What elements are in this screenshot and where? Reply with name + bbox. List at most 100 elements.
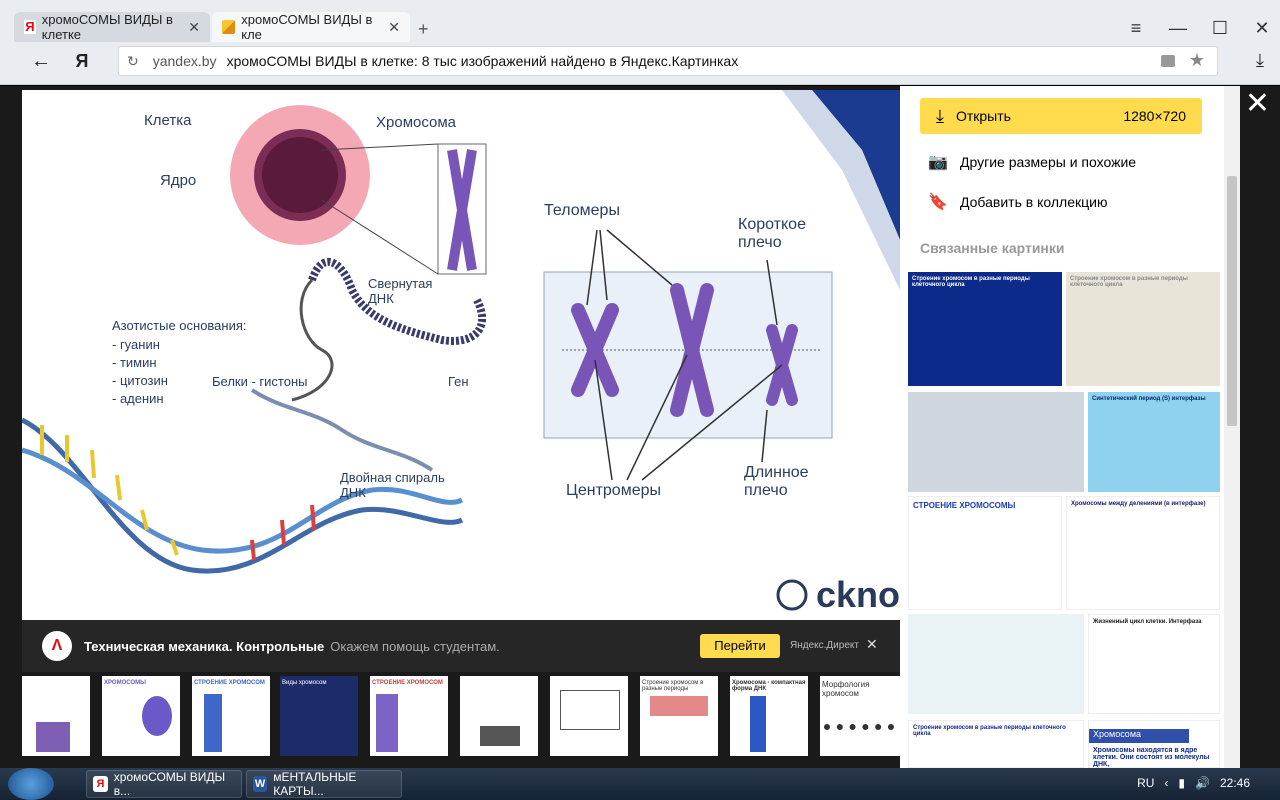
close-tab-icon[interactable]: ✕ [388, 19, 400, 36]
related-image[interactable] [908, 392, 1084, 492]
image-size: 1280×720 [1123, 108, 1186, 124]
download-icon[interactable]: ⤓ [1256, 50, 1264, 71]
ad-subtitle: Окажем помощь студентам. [330, 638, 500, 654]
tray-chevron-icon[interactable]: ‹ [1164, 776, 1168, 790]
volume-icon[interactable]: 🔊 [1195, 776, 1210, 790]
tab-yandex[interactable]: Я хромоСОМЫ ВИДЫ в клетке ✕ [14, 12, 210, 42]
related-image[interactable]: Строение хромосом в разные периоды клето… [908, 720, 1084, 768]
start-button[interactable] [8, 768, 54, 800]
download-arrow-icon: ⤓ [936, 105, 944, 126]
thumbnail-caption: Хромосома - компактная форма ДНК [732, 680, 806, 692]
minimize-icon[interactable]: — [1168, 18, 1188, 39]
label-nitro-bases: Азотистые основания: [112, 318, 247, 333]
ad-title[interactable]: Техническая механика. Контрольные [84, 639, 324, 654]
add-collection-link[interactable]: 🔖 Добавить в коллекцию [928, 192, 1107, 212]
tab-label: хромоСОМЫ ВИДЫ в кле [241, 12, 373, 42]
taskbar-item-label: хромоСОМЫ ВИДЫ в... [113, 770, 226, 798]
atom-icon [776, 579, 808, 611]
thumbnail[interactable]: ХРОМОСОМЫ [102, 676, 180, 756]
network-icon[interactable]: ▮ [1178, 776, 1185, 790]
close-tab-icon[interactable]: ✕ [188, 19, 200, 36]
related-image[interactable]: Жизненный цикл клетки. Интерфаза [1088, 614, 1220, 714]
maximize-icon[interactable]: ☐ [1210, 18, 1230, 39]
related-image[interactable]: Хромосомы между делениями (в интерфазе) [1066, 496, 1220, 610]
related-note: Хромосомы находятся в ядре клетки. Они с… [1093, 747, 1210, 768]
related-caption: Строение хромосом в разные периоды клето… [1070, 276, 1188, 288]
menu-icon[interactable]: ≡ [1126, 18, 1146, 39]
related-image[interactable] [908, 614, 1084, 714]
close-window-icon[interactable]: ✕ [1252, 18, 1272, 39]
url-field[interactable]: ↻ yandex.by хромоСОМЫ ВИДЫ в клетке: 8 т… [118, 46, 1218, 76]
related-image[interactable]: Синтетический период (S) интерфазы [1088, 392, 1220, 492]
label-coiled-dna: Свернутая ДНК [368, 276, 433, 306]
thumbnail-image [650, 696, 708, 716]
window-controls: ≡ — ☐ ✕ [1126, 18, 1272, 39]
tab-images[interactable]: хромоСОМЫ ВИДЫ в кле ✕ [212, 12, 410, 42]
nucleus-inner [262, 137, 338, 213]
open-image-button[interactable]: ⤓ Открыть 1280×720 [920, 98, 1202, 134]
tab-label: хромоСОМЫ ВИДЫ в клетке [41, 12, 173, 42]
thumbnail[interactable]: Морфология хромосом [820, 676, 900, 756]
label-long-arm: Длинное плечо [744, 464, 809, 499]
related-caption: СТРОЕНИЕ ХРОМОСОМЫ [913, 501, 1016, 510]
other-sizes-link[interactable]: 📷 Другие размеры и похожие [928, 152, 1136, 172]
thumbnail[interactable]: Строение хромосом в разные периоды [640, 676, 718, 756]
bookmark-star-icon[interactable]: ★ [1189, 50, 1205, 71]
ad-go-button[interactable]: Перейти [700, 634, 780, 658]
related-caption: Жизненный цикл клетки. Интерфаза [1093, 619, 1202, 625]
thumbnail[interactable] [550, 676, 628, 756]
bases-list: - гуанин - тимин - цитозин - аденин [112, 336, 168, 408]
related-image[interactable]: Строение хромосом в разные периоды клето… [908, 272, 1062, 386]
word-icon: W [253, 776, 268, 792]
thumbnail[interactable] [22, 676, 90, 756]
label-centromeres: Центромеры [566, 482, 661, 499]
related-image[interactable]: Хромосома Хромосомы находятся в ядре кле… [1088, 720, 1220, 768]
thumbnail-image [824, 706, 894, 730]
label-gene: Ген [448, 374, 469, 389]
thumbnail-caption: Морфология хромосом [822, 680, 870, 698]
base-label: - гуанин [112, 337, 160, 352]
scrollbar-thumb[interactable] [1227, 176, 1237, 426]
related-image[interactable]: СТРОЕНИЕ ХРОМОСОМЫ [908, 496, 1062, 610]
lock-icon[interactable] [1161, 55, 1175, 67]
dna-strand-2 [22, 447, 464, 554]
related-caption: Строение хромосом в разные периоды клето… [912, 276, 1030, 288]
main-image[interactable]: Клетка Ядро Хромосома Свернутая ДНК Азот… [22, 90, 900, 620]
image-icon [222, 20, 236, 34]
url-title: хромоСОМЫ ВИДЫ в клетке: 8 тыс изображен… [226, 53, 739, 69]
thumbnail-image [376, 694, 398, 752]
related-caption: Хромосомы между делениями (в интерфазе) [1071, 501, 1206, 507]
related-image[interactable]: Строение хромосом в разные периоды клето… [1066, 272, 1220, 386]
system-tray: RU ‹ ▮ 🔊 22:46 [1137, 776, 1250, 790]
thumbnail[interactable] [460, 676, 538, 756]
taskbar-item-word[interactable]: W мЕНТАЛЬНЫЕ КАРТЫ... [246, 770, 402, 798]
sidebar-scrollbar[interactable] [1224, 86, 1240, 768]
ad-logo-icon: Λ [42, 631, 72, 661]
ad-close-icon[interactable]: ✕ [866, 636, 878, 653]
thumbnail[interactable]: Хромосома - компактная форма ДНК [730, 676, 808, 756]
clock[interactable]: 22:46 [1220, 776, 1250, 790]
base-label: - цитозин [112, 373, 168, 388]
address-bar: ← Я ↻ yandex.by хромоСОМЫ ВИДЫ в клетке:… [0, 44, 1280, 78]
thumbnail-caption: СТРОЕНИЕ ХРОМОСОМ [372, 680, 443, 686]
thumbnail-image [560, 690, 620, 730]
close-viewer-icon[interactable]: ✕ [1245, 86, 1270, 121]
new-tab-icon[interactable]: + [418, 19, 429, 40]
language-indicator[interactable]: RU [1137, 776, 1154, 790]
thumbnail[interactable]: Виды хромосом [280, 676, 358, 756]
thumbnail-image [750, 696, 766, 752]
ad-banner[interactable]: Λ Техническая механика. Контрольные Окаж… [22, 620, 900, 672]
taskbar-item-label: мЕНТАЛЬНЫЕ КАРТЫ... [273, 770, 357, 798]
reload-icon[interactable]: ↻ [127, 53, 139, 70]
thumbnail-strip: ХРОМОСОМЫ СТРОЕНИЕ ХРОМОСОМ Виды хромосо… [22, 676, 900, 756]
url-domain: yandex.by [152, 53, 217, 69]
taskbar-item-browser[interactable]: Я хромоСОМЫ ВИДЫ в... [86, 770, 242, 798]
thumbnail[interactable]: СТРОЕНИЕ ХРОМОСОМ [192, 676, 270, 756]
related-caption: Строение хромосом в разные периоды клето… [913, 725, 1066, 737]
back-icon[interactable]: ← [24, 50, 58, 73]
thumbnail-image [142, 696, 172, 736]
thumbnail[interactable]: СТРОЕНИЕ ХРОМОСОМ [370, 676, 448, 756]
thumbnail-caption: ХРОМОСОМЫ [104, 680, 146, 686]
yandex-logo[interactable]: Я [68, 51, 96, 72]
base-label: - аденин [112, 391, 164, 406]
